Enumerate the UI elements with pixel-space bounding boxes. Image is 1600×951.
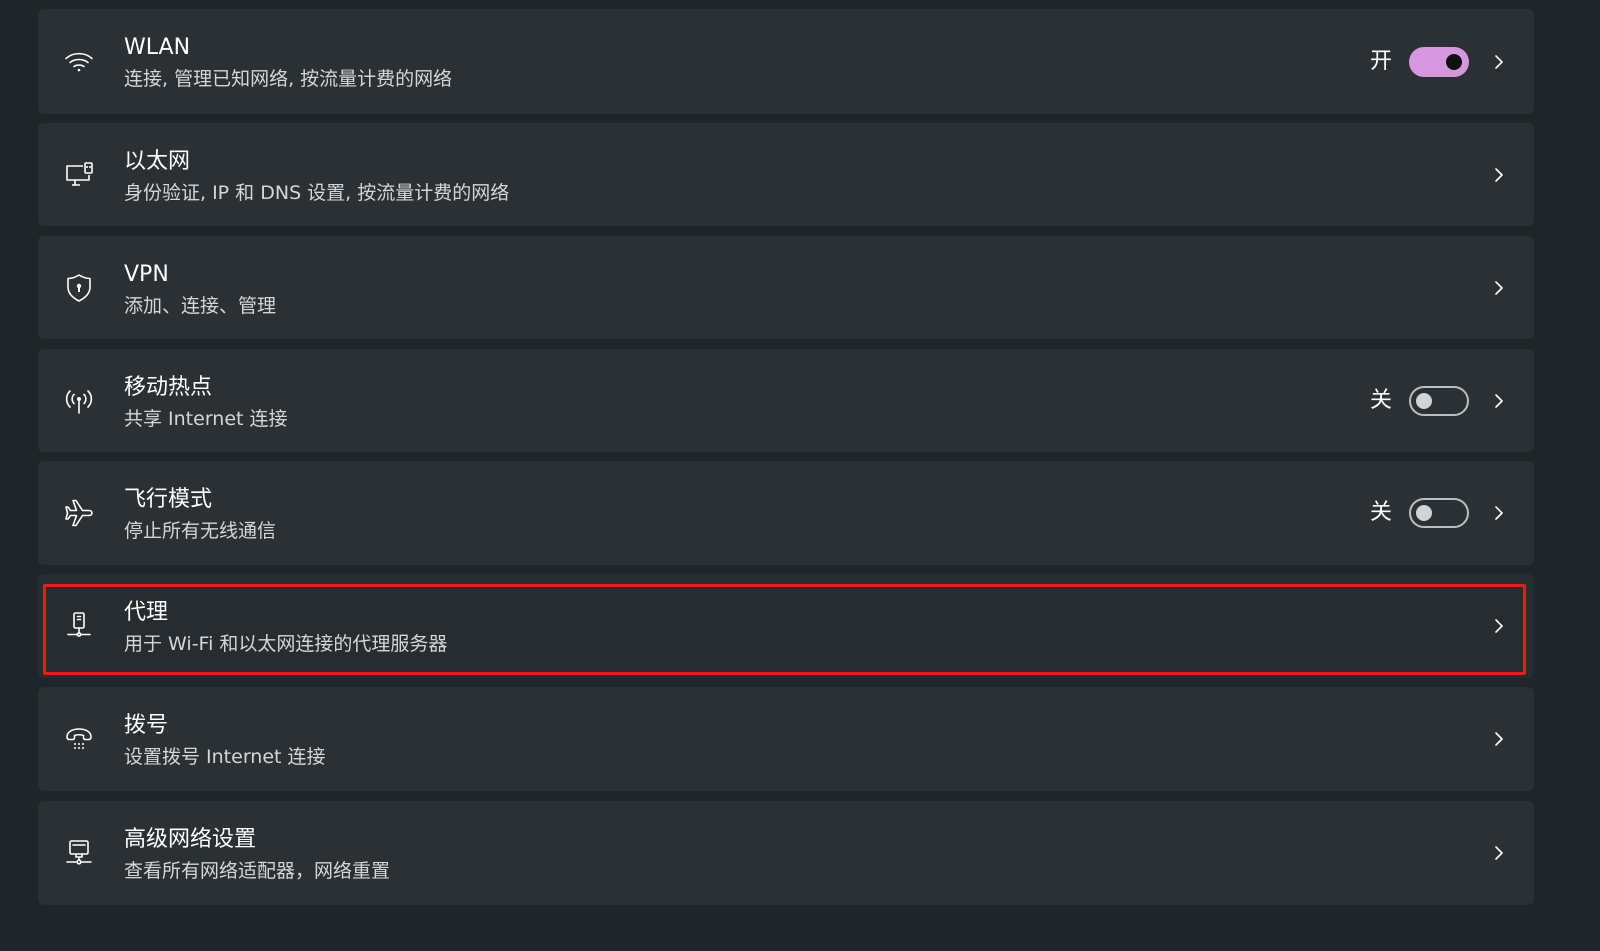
wifi-icon xyxy=(63,46,95,78)
ethernet-icon xyxy=(63,159,95,191)
dialup-icon xyxy=(63,723,95,755)
airplane-mode-toggle[interactable] xyxy=(1409,498,1469,528)
shield-icon xyxy=(63,272,95,304)
settings-item-advanced-network[interactable]: 高级网络设置 查看所有网络适配器，网络重置 xyxy=(38,801,1534,905)
chevron-right-icon xyxy=(1492,616,1506,636)
settings-item-ethernet[interactable]: 以太网 身份验证, IP 和 DNS 设置, 按流量计费的网络 xyxy=(38,123,1534,226)
toggle-knob xyxy=(1446,53,1462,70)
advanced-network-icon xyxy=(63,837,95,869)
chevron-right-icon xyxy=(1492,843,1506,863)
hotspot-icon xyxy=(63,385,95,417)
wlan-toggle[interactable] xyxy=(1409,46,1469,77)
chevron-right-icon xyxy=(1492,729,1506,749)
airplane-icon xyxy=(63,497,95,529)
item-subtitle: 添加、连接、管理 xyxy=(124,295,277,317)
item-subtitle: 连接, 管理已知网络, 按流量计费的网络 xyxy=(124,68,453,90)
item-title: 飞行模式 xyxy=(124,487,213,512)
item-subtitle: 查看所有网络适配器，网络重置 xyxy=(124,860,391,882)
item-title: 以太网 xyxy=(124,149,191,174)
item-title: WLAN xyxy=(124,35,191,60)
chevron-right-icon xyxy=(1492,52,1506,72)
proxy-icon xyxy=(63,610,95,642)
toggle-knob xyxy=(1416,505,1432,521)
toggle-state-label: 关 xyxy=(1369,500,1392,525)
item-subtitle: 身份验证, IP 和 DNS 设置, 按流量计费的网络 xyxy=(124,182,510,204)
item-subtitle: 用于 Wi-Fi 和以太网连接的代理服务器 xyxy=(124,633,448,655)
chevron-right-icon xyxy=(1492,391,1506,411)
item-subtitle: 停止所有无线通信 xyxy=(124,520,277,542)
item-subtitle: 设置拨号 Internet 连接 xyxy=(124,746,326,768)
mobile-hotspot-toggle[interactable] xyxy=(1409,385,1469,416)
settings-item-airplane-mode[interactable]: 飞行模式 停止所有无线通信 关 xyxy=(38,461,1534,565)
item-subtitle: 共享 Internet 连接 xyxy=(124,408,288,430)
settings-item-mobile-hotspot[interactable]: 移动热点 共享 Internet 连接 关 xyxy=(38,349,1534,452)
item-title: 拨号 xyxy=(124,713,169,738)
settings-item-dialup[interactable]: 拨号 设置拨号 Internet 连接 xyxy=(38,687,1534,791)
item-title: 代理 xyxy=(124,600,169,625)
chevron-right-icon xyxy=(1492,165,1506,185)
item-title: 移动热点 xyxy=(124,375,213,400)
highlight-frame xyxy=(43,584,1526,675)
toggle-state-label: 关 xyxy=(1369,387,1392,413)
toggle-state-label: 开 xyxy=(1369,48,1392,74)
settings-item-proxy[interactable]: 代理 用于 Wi-Fi 和以太网连接的代理服务器 xyxy=(38,574,1534,678)
network-settings-list: WLAN 连接, 管理已知网络, 按流量计费的网络 开 以太网 身份验证, IP… xyxy=(38,9,1534,905)
settings-item-wlan[interactable]: WLAN 连接, 管理已知网络, 按流量计费的网络 开 xyxy=(38,9,1534,114)
settings-item-vpn[interactable]: VPN 添加、连接、管理 xyxy=(38,236,1534,339)
chevron-right-icon xyxy=(1492,503,1506,523)
item-title: 高级网络设置 xyxy=(124,827,257,852)
chevron-right-icon xyxy=(1492,278,1506,298)
item-title: VPN xyxy=(124,262,169,287)
toggle-knob xyxy=(1416,392,1432,409)
